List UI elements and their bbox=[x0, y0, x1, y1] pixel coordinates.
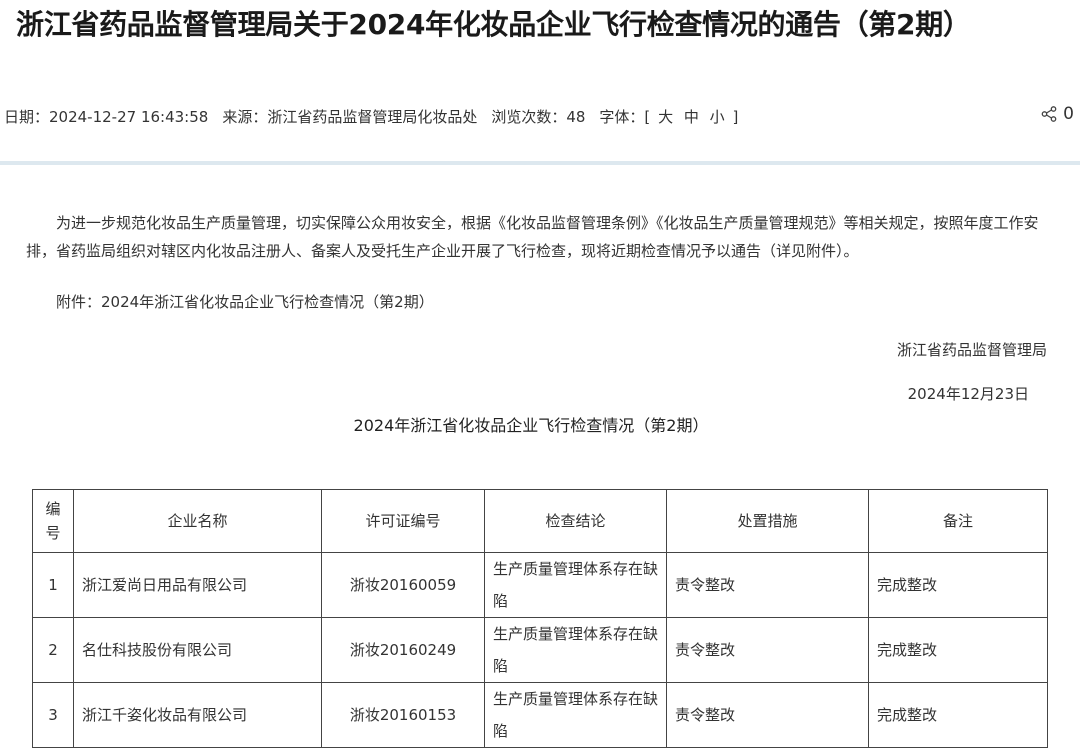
publish-date: 日期：2024-12-27 16:43:58 bbox=[4, 107, 209, 126]
header-divider bbox=[0, 161, 1080, 165]
font-size-small-link[interactable]: 小 bbox=[710, 108, 725, 126]
table-row: 1 浙江爱尚日用品有限公司 浙妆20160059 生产质量管理体系存在缺陷 责令… bbox=[32, 552, 1048, 618]
font-size-medium-link[interactable]: 中 bbox=[684, 108, 699, 126]
cell-measures: 责令整改 bbox=[666, 552, 869, 618]
share-button[interactable]: 0 bbox=[1041, 104, 1074, 124]
article-source: 来源：浙江省药品监督管理局化妆品处 bbox=[222, 107, 478, 126]
cell-conclusion: 生产质量管理体系存在缺陷 bbox=[484, 682, 667, 748]
cell-remark: 完成整改 bbox=[868, 682, 1048, 748]
cell-no: 1 bbox=[32, 552, 74, 618]
table-row: 2 名仕科技股份有限公司 浙妆20160249 生产质量管理体系存在缺陷 责令整… bbox=[32, 617, 1048, 683]
header-no-line1: 编 bbox=[45, 500, 61, 518]
cell-company: 浙江千姿化妆品有限公司 bbox=[73, 682, 322, 748]
header-license: 许可证编号 bbox=[321, 489, 485, 553]
table-row: 3 浙江千姿化妆品有限公司 浙妆20160153 生产质量管理体系存在缺陷 责令… bbox=[32, 682, 1048, 748]
cell-remark: 完成整改 bbox=[868, 552, 1048, 618]
cell-measures: 责令整改 bbox=[666, 617, 869, 683]
font-size-large-link[interactable]: 大 bbox=[658, 108, 673, 126]
article-meta: 日期：2024-12-27 16:43:58 来源：浙江省药品监督管理局化妆品处… bbox=[4, 104, 1074, 128]
cell-company: 浙江爱尚日用品有限公司 bbox=[73, 552, 322, 618]
cell-no: 2 bbox=[32, 617, 74, 683]
cell-remark: 完成整改 bbox=[868, 617, 1048, 683]
inspection-table: 编 号 企业名称 许可证编号 检查结论 处置措施 备注 1 浙江爱尚日用品有限公… bbox=[32, 489, 1048, 748]
header-company: 企业名称 bbox=[73, 489, 322, 553]
attachment-line: 附件：2024年浙江省化妆品企业飞行检查情况（第2期） bbox=[56, 293, 434, 311]
page-title: 浙江省药品监督管理局关于2024年化妆品企业飞行检查情况的通告（第2期） bbox=[16, 8, 971, 41]
view-count: 浏览次数：48 bbox=[491, 107, 586, 126]
cell-license: 浙妆20160059 bbox=[321, 552, 485, 618]
header-remark: 备注 bbox=[868, 489, 1048, 553]
cell-conclusion: 生产质量管理体系存在缺陷 bbox=[484, 617, 667, 683]
header-conclusion: 检查结论 bbox=[484, 489, 667, 553]
cell-conclusion: 生产质量管理体系存在缺陷 bbox=[484, 552, 667, 618]
cell-company: 名仕科技股份有限公司 bbox=[73, 617, 322, 683]
table-header-row: 编 号 企业名称 许可证编号 检查结论 处置措施 备注 bbox=[32, 489, 1048, 553]
body-paragraph: 为进一步规范化妆品生产质量管理，切实保障公众用妆安全，根据《化妆品监督管理条例》… bbox=[26, 214, 1039, 260]
cell-license: 浙妆20160153 bbox=[321, 682, 485, 748]
signature-organization: 浙江省药品监督管理局 bbox=[896, 341, 1047, 359]
share-icon bbox=[1041, 106, 1057, 122]
share-count: 0 bbox=[1063, 104, 1074, 124]
header-measures: 处置措施 bbox=[666, 489, 869, 553]
font-size-bracket-end: ] bbox=[732, 107, 739, 126]
font-size-label: 字体：[ bbox=[599, 107, 651, 126]
signature-date: 2024年12月23日 bbox=[907, 385, 1029, 403]
header-no-line2: 号 bbox=[45, 524, 61, 542]
table-title: 2024年浙江省化妆品企业飞行检查情况（第2期） bbox=[353, 416, 709, 435]
header-no: 编 号 bbox=[32, 489, 74, 553]
cell-measures: 责令整改 bbox=[666, 682, 869, 748]
cell-no: 3 bbox=[32, 682, 74, 748]
font-size-selector: 字体：[ 大 中 小 ] bbox=[599, 106, 738, 127]
cell-license: 浙妆20160249 bbox=[321, 617, 485, 683]
